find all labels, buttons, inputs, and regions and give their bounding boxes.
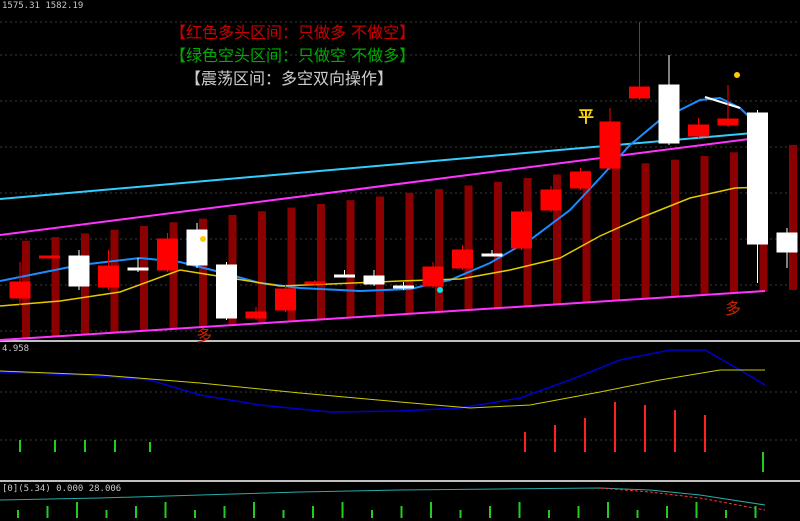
candle-body: [511, 211, 532, 249]
volatility-bar: [789, 144, 797, 290]
legend-green-zone: 【绿色空头区间：只做空 不做多】: [170, 46, 416, 65]
signal-dot: [437, 287, 443, 293]
candle-body: [127, 267, 149, 271]
volatility-bar: [641, 163, 650, 300]
candle-body: [334, 274, 355, 278]
volatility-bar: [612, 167, 620, 301]
candle-body: [452, 249, 473, 269]
candle-body: [186, 229, 208, 266]
volatility-bar: [258, 211, 266, 324]
price-info: 1575.31 1582.19: [2, 1, 84, 11]
volatility-bar: [671, 159, 679, 298]
volatility-bar: [730, 152, 738, 294]
candle-body: [393, 285, 414, 289]
indicator-red-line: [599, 487, 766, 511]
volatility-bar: [494, 181, 502, 309]
macd-value-label: 4.958: [2, 344, 30, 354]
price-chart[interactable]: [0, 0, 800, 521]
candle-body: [688, 124, 709, 137]
volatility-bar: [51, 237, 60, 337]
flat-signal-label: 平: [578, 107, 595, 126]
candle-body: [481, 253, 503, 257]
candle-body: [747, 112, 768, 245]
indicator-value-label: [0](5.34) 0.000 28.006: [2, 484, 122, 494]
candle-body: [570, 171, 591, 189]
volatility-bar: [405, 192, 414, 314]
volatility-bar: [169, 222, 178, 329]
candle-body: [599, 121, 621, 169]
long-signal-label-1: 多: [196, 326, 213, 345]
volatility-bar: [464, 185, 473, 311]
volatility-bar: [376, 196, 384, 316]
volatility-bar: [435, 189, 443, 313]
candle-body: [422, 266, 444, 287]
legend-red-zone: 【红色多头区间：只做多 不做空】: [170, 23, 416, 42]
candle-body: [9, 281, 31, 299]
candle-body: [275, 288, 296, 311]
candle-body: [157, 238, 178, 271]
candle-body: [629, 86, 650, 99]
candle-body: [776, 232, 798, 253]
volatility-bar: [346, 200, 355, 318]
macd-signal-line: [0, 369, 765, 409]
long-signal-label-2: 多: [725, 299, 742, 318]
candle-body: [363, 275, 385, 285]
candle-body: [717, 118, 739, 126]
candle-body: [98, 265, 119, 288]
legend-range-zone: 【震荡区间：多空双向操作】: [185, 69, 394, 88]
candle-body: [245, 311, 267, 319]
signal-dot: [200, 236, 206, 242]
signal-dot: [734, 72, 740, 78]
candle-body: [658, 84, 680, 144]
candle-body: [216, 264, 237, 319]
candle-body: [68, 255, 90, 287]
candle-body: [39, 255, 60, 259]
channel-mid-line: [0, 131, 766, 200]
chart-window: 1575.31 1582.19 【红色多头区间：只做多 不做空】 【绿色空头区间…: [0, 0, 800, 521]
candle-body: [540, 189, 562, 211]
macd-blue-line: [0, 349, 766, 413]
volatility-bar: [317, 203, 325, 320]
volatility-bar: [140, 226, 148, 331]
macd-panel: [0, 349, 766, 472]
candle-body: [304, 281, 326, 285]
volatility-bar: [700, 155, 709, 296]
volatility-bars: [22, 144, 797, 338]
